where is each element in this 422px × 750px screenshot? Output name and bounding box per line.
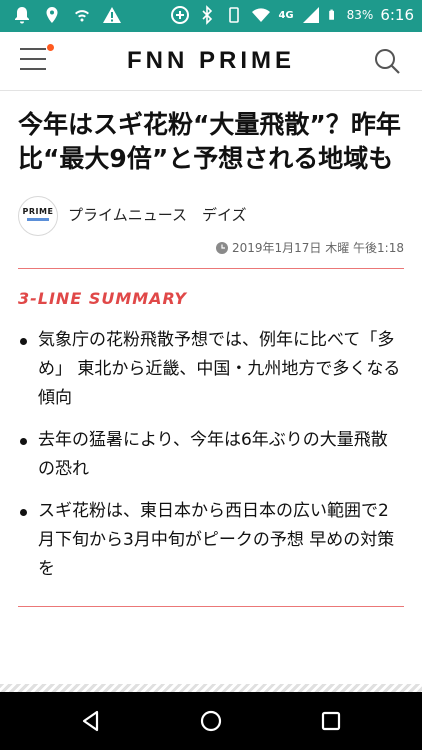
divider-bottom	[18, 606, 404, 607]
wifi-calling-icon	[75, 10, 89, 22]
signal-icon	[302, 7, 319, 23]
source-logo[interactable]: PRIME	[18, 196, 58, 236]
source-logo-text: PRIME	[22, 207, 54, 216]
bluetooth-icon	[202, 5, 213, 25]
summary-item: 気象庁の花粉飛散予想では、例年に比べて「多め」 東北から近畿、中国・九州地方で多…	[18, 326, 404, 413]
source-row[interactable]: PRIME プライムニュース デイズ	[18, 196, 404, 236]
summary-list: 気象庁の花粉飛散予想では、例年に比べて「多め」 東北から近畿、中国・九州地方で多…	[18, 326, 404, 584]
status-bar: 4G 83% 6:16	[0, 0, 422, 32]
divider-top	[18, 268, 404, 269]
network-type: 4G	[278, 9, 294, 21]
data-saver-icon	[171, 6, 190, 24]
clock-icon	[215, 242, 228, 254]
status-time: 6:16	[380, 6, 414, 24]
search-icon[interactable]	[372, 46, 402, 76]
back-icon[interactable]	[79, 709, 103, 733]
scroll-edge	[0, 684, 422, 692]
notification-bell-icon	[15, 7, 29, 24]
fnn-prime-logo[interactable]: FNN PRIME	[0, 47, 422, 75]
system-navigation-bar	[0, 692, 422, 750]
battery-icon	[328, 9, 334, 20]
app-header: FNN PRIME	[0, 32, 422, 91]
summary-heading: 3-LINE SUMMARY	[18, 289, 187, 308]
article-headline: 今年はスギ花粉“大量飛散”？昨年比“最大9倍”と予想される地域も	[18, 110, 401, 173]
source-name[interactable]: プライムニュース デイズ	[68, 204, 247, 225]
source-logo-bar	[27, 218, 49, 221]
wifi-icon	[252, 8, 271, 22]
summary-item: 去年の猛暑により、今年は6年ぶりの大量飛散の恐れ	[18, 426, 404, 484]
home-icon[interactable]	[199, 709, 223, 733]
location-icon	[46, 7, 58, 23]
warning-icon	[103, 7, 121, 23]
publish-date: 2019年1月17日 木曜 午後1:18	[18, 238, 404, 258]
article: 今年はスギ花粉“大量飛散”？昨年比“最大9倍”と予想される地域も PRIME プ…	[18, 90, 404, 607]
summary-item: スギ花粉は、東日本から西日本の広い範囲で2月下旬から3月中旬がピークの予想 早め…	[18, 497, 404, 584]
battery-percent: 83%	[346, 8, 374, 22]
vibrate-icon	[229, 7, 240, 23]
publish-date-text: 2019年1月17日 木曜 午後1:18	[231, 241, 404, 255]
recent-apps-icon[interactable]	[319, 709, 343, 733]
